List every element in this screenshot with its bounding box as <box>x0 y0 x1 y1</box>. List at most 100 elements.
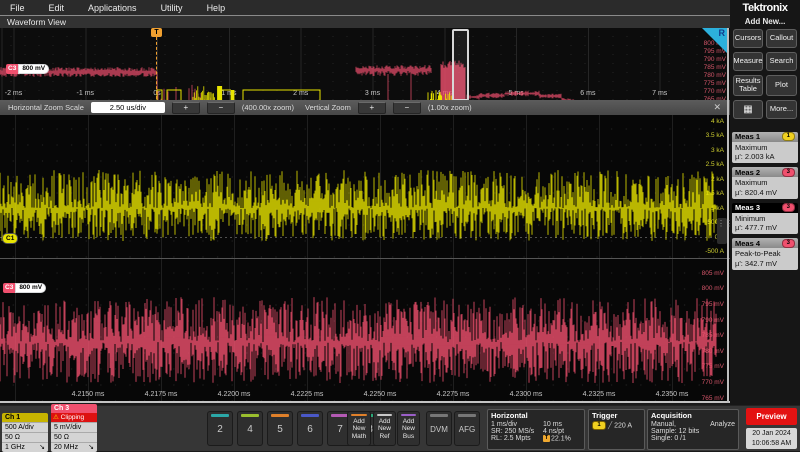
horizontal-zoom-scale-label: Horizontal Zoom Scale <box>8 103 84 112</box>
channel3-scale: 800 mV <box>18 64 49 74</box>
meas-type: Maximum <box>735 143 795 153</box>
acquisition-title: Acquisition <box>651 411 735 420</box>
meas-name: Meas 4 <box>735 239 760 248</box>
zoom-window-selector[interactable] <box>452 29 469 100</box>
status-bar: Ch 1 500 A/div 50 Ω 1 GHz ↘ Ch 3 ⚠ Clipp… <box>0 405 800 451</box>
preview-button[interactable]: Preview <box>746 408 797 425</box>
horizontal-panel[interactable]: Horizontal 1 ms/div 10 ms SR: 250 MS/s 4… <box>487 409 585 450</box>
menu-file[interactable]: File <box>10 3 25 13</box>
meas-name: Meas 3 <box>735 203 760 212</box>
add-new-ref-button[interactable]: Add New Ref <box>373 411 396 446</box>
t-time-tick: 4.2225 ms <box>291 391 324 398</box>
ch1-scale: 500 A/div <box>5 423 34 432</box>
channel3-status-badge[interactable]: Ch 3 ⚠ Clipping 5 mV/div 50 Ω 20 MHz ↘ <box>51 404 97 452</box>
acq-analyze: Analyze <box>710 421 735 428</box>
add-new-math-button[interactable]: Add New Math <box>347 411 371 446</box>
meas-3-badge[interactable]: Meas 3 3 Minimum µ': 477.7 mV <box>732 203 798 235</box>
channel-number: 2 <box>208 417 232 443</box>
meas-1-badge[interactable]: Meas 1 1 Maximum µ': 2.003 kA <box>732 132 798 164</box>
channel3-tag: C3 <box>3 283 15 293</box>
channel3-overview-badge[interactable]: C3800 mV <box>6 64 49 74</box>
waveform-right-border <box>727 28 729 403</box>
afg-button[interactable]: AFG <box>454 411 480 446</box>
horizontal-title: Horizontal <box>491 411 581 420</box>
channel-5-button[interactable]: 5 <box>267 411 293 446</box>
close-zoom-icon[interactable]: ✕ <box>713 102 721 113</box>
channel-4-button[interactable]: 4 <box>237 411 263 446</box>
h-trigger-position: 22.1% <box>551 435 571 442</box>
waveform-trace <box>0 170 716 241</box>
results-table-button[interactable]: Results Table <box>733 75 763 96</box>
horizontal-zoom-scale-input[interactable] <box>91 102 165 113</box>
hzoom-plus-button[interactable]: + <box>172 102 200 114</box>
h-record-length: RL: 2.5 Mpts <box>491 435 543 442</box>
channel-number: 6 <box>298 417 322 443</box>
t-time-tick: 4.2275 ms <box>437 391 470 398</box>
afg-label: AFG <box>455 417 479 443</box>
trigger-marker[interactable]: T <box>151 28 162 37</box>
meas-type: Peak-to-Peak <box>735 249 795 259</box>
t-time-tick: 4.2250 ms <box>364 391 397 398</box>
warning-icon: ⚠ <box>53 414 59 421</box>
h-duration: 10 ms <box>543 421 562 428</box>
datetime-display: 20 Jan 2024 10:06:58 AM <box>746 428 797 449</box>
measure-button[interactable]: Measure <box>733 52 763 71</box>
time-label: 10:06:58 AM <box>746 439 797 449</box>
add-new-bus-button[interactable]: Add New Bus <box>397 411 420 446</box>
menu-edit[interactable]: Edit <box>49 3 65 13</box>
channel1-zoom-badge[interactable]: C1 <box>2 233 18 244</box>
vzoom-factor: (1.00x zoom) <box>428 103 472 112</box>
callout-button[interactable]: Callout <box>766 29 797 48</box>
trigger-source-pill: 1 <box>592 421 606 430</box>
search-button[interactable]: Search <box>766 52 797 71</box>
t-time-tick: 4.2200 ms <box>218 391 251 398</box>
meas-source-pill: 3 <box>782 203 795 212</box>
zoom-scale-bar: Horizontal Zoom Scale + − (400.00x zoom)… <box>0 100 730 115</box>
dvm-button[interactable]: DVM <box>426 411 452 446</box>
meas-type: Maximum <box>735 178 795 188</box>
sidebar-drag-handle[interactable]: ⋮⋮ <box>717 218 727 244</box>
meas-type: Minimum <box>735 214 795 224</box>
clipping-warning: ⚠ Clipping <box>51 413 97 422</box>
vzoom-minus-button[interactable]: − <box>393 102 421 114</box>
plot-button[interactable]: Plot <box>766 75 797 96</box>
tab-waveform-view[interactable]: Waveform View <box>0 15 730 28</box>
channel-6-button[interactable]: 6 <box>297 411 323 446</box>
h-sample-rate: SR: 250 MS/s <box>491 428 543 435</box>
t-time-tick: 4.2325 ms <box>583 391 616 398</box>
cursors-button[interactable]: Cursors <box>733 29 763 48</box>
results-sidebar: Tektronix Add New... Cursors Callout Mea… <box>730 0 800 405</box>
menu-bar: File Edit Applications Utility Help <box>0 0 730 15</box>
waveform-trace <box>467 91 727 100</box>
table-grid-icon[interactable]: ▦ <box>733 100 763 119</box>
acq-mode: Manual, <box>651 421 676 428</box>
meas-source-pill: 1 <box>782 132 795 141</box>
waveform-trace <box>0 297 716 383</box>
zoomed-waveform-view[interactable]: 4 kA3.5 kA3 kA2.5 kA2 kA1.5 kA1 kA500 A0… <box>0 115 730 403</box>
channel3-zoom-badge[interactable]: C3800 mV <box>3 283 46 293</box>
meas-2-badge[interactable]: Meas 2 3 Maximum µ': 820.4 mV <box>732 167 798 199</box>
meas-value: µ': 2.003 kA <box>735 152 795 162</box>
hzoom-factor: (400.00x zoom) <box>242 103 294 112</box>
trigger-position-icon: T <box>543 435 550 442</box>
measurement-list: Meas 1 1 Maximum µ': 2.003 kA Meas 2 3 M… <box>730 132 800 270</box>
expand-arrow-icon: ↘ <box>88 443 94 452</box>
more-button[interactable]: More... <box>766 100 797 119</box>
waveform-trace <box>234 90 428 100</box>
vzoom-plus-button[interactable]: + <box>358 102 386 114</box>
oscilloscope-app: { "menu": {"items": ["File", "Edit", "Ap… <box>0 0 800 450</box>
t-time-tick: 4.2300 ms <box>510 391 543 398</box>
channel1-status-badge[interactable]: Ch 1 500 A/div 50 Ω 1 GHz ↘ <box>2 413 48 452</box>
meas-4-badge[interactable]: Meas 4 3 Peak-to-Peak µ': 342.7 mV <box>732 238 798 270</box>
trigger-panel[interactable]: Trigger 1 ╱ 220 A <box>588 409 645 450</box>
ch1-bandwidth: 1 GHz <box>5 443 25 452</box>
menu-utility[interactable]: Utility <box>161 3 183 13</box>
vertical-zoom-label: Vertical Zoom <box>305 103 351 112</box>
menu-help[interactable]: Help <box>207 3 226 13</box>
waveform-overview[interactable]: 800 mV795 mV790 mV785 mV780 mV775 mV770 … <box>0 28 730 100</box>
menu-applications[interactable]: Applications <box>88 3 137 13</box>
channel-2-button[interactable]: 2 <box>207 411 233 446</box>
acquisition-panel[interactable]: Acquisition Manual, Analyze Sample: 12 b… <box>647 409 739 450</box>
h-scale: 1 ms/div <box>491 421 543 428</box>
hzoom-minus-button[interactable]: − <box>207 102 235 114</box>
